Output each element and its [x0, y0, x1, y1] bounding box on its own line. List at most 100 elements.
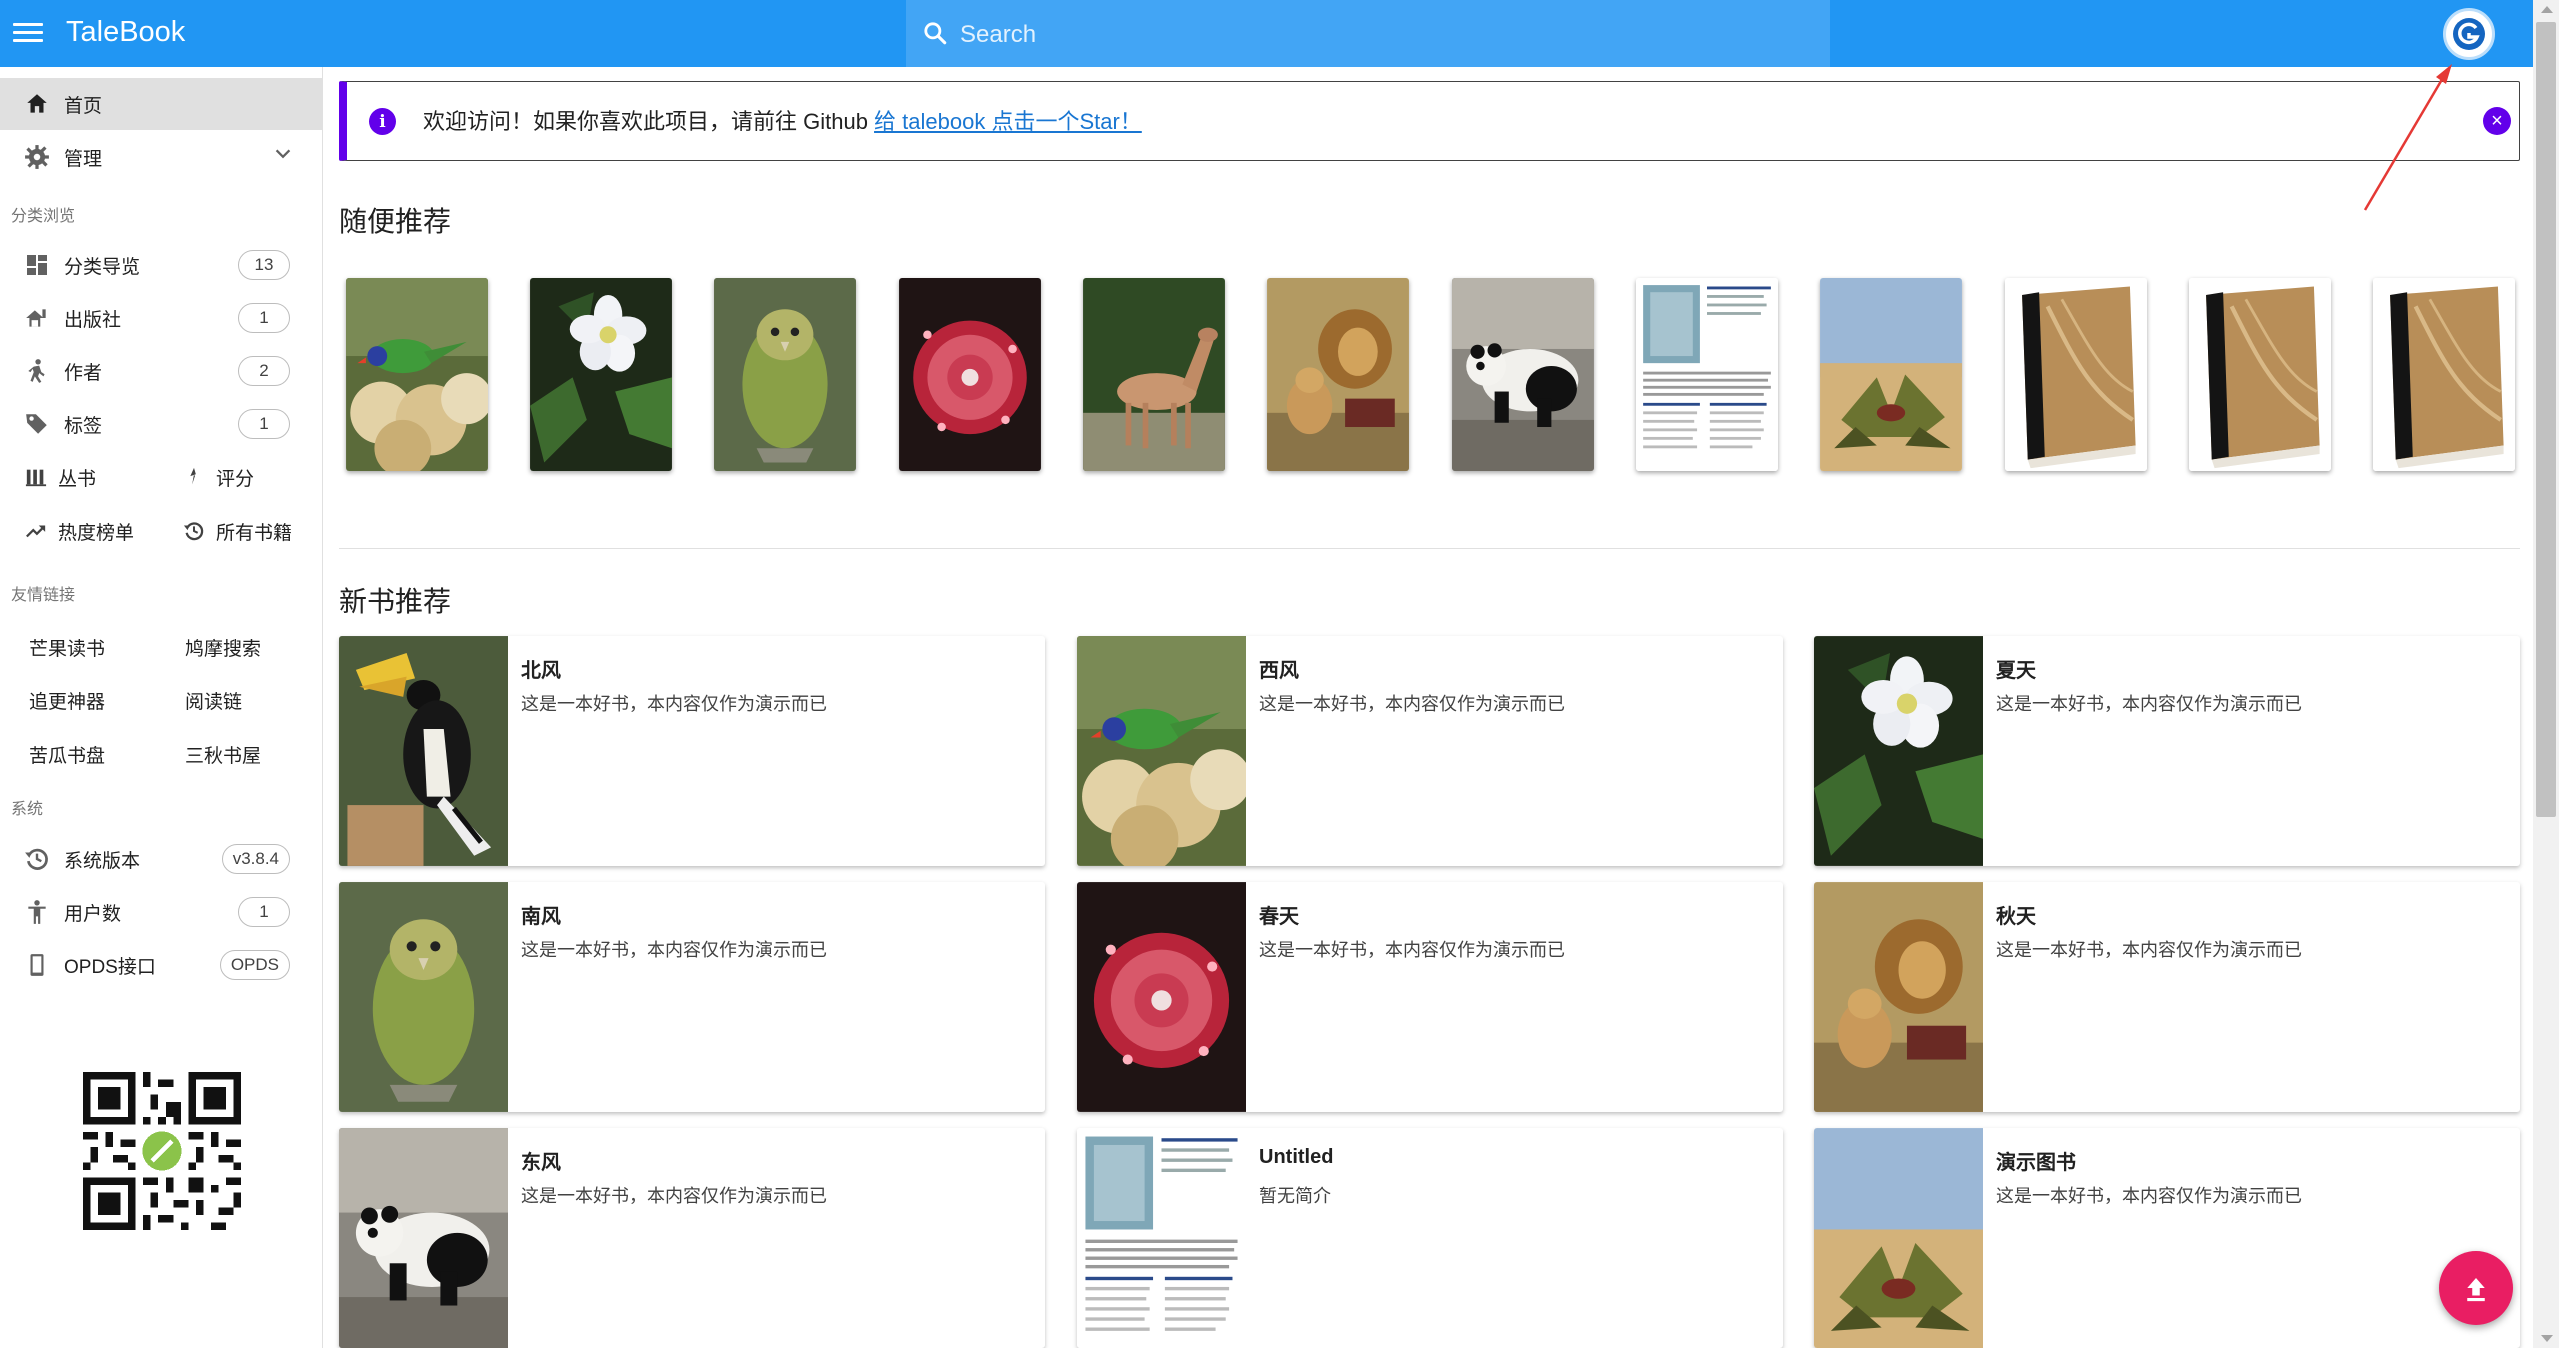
friend-link[interactable]: 三秋书屋 [185, 741, 261, 768]
friend-link[interactable]: 苦瓜书盘 [29, 741, 105, 768]
friend-link[interactable]: 鸠摩搜索 [185, 634, 261, 661]
friend-link[interactable]: 追更神器 [29, 687, 105, 714]
book-card[interactable]: 演示图书 这是一本好书，本内容仅作为演示而已 [1814, 1128, 2520, 1348]
book-card[interactable]: 夏天 这是一本好书，本内容仅作为演示而已 [1814, 636, 2520, 866]
book-description: 这是一本好书，本内容仅作为演示而已 [521, 694, 827, 714]
book-title[interactable]: Untitled [1259, 1146, 1333, 1169]
search-input[interactable] [958, 17, 1802, 53]
random-book-cover[interactable] [1083, 278, 1225, 471]
restore-icon [22, 844, 52, 874]
random-book-cover[interactable] [1267, 278, 1409, 471]
gear-icon [22, 142, 52, 172]
search-bar[interactable] [906, 0, 1830, 67]
nav-rating[interactable]: 评分 [180, 451, 330, 503]
desert-plant-image [1814, 1128, 1983, 1348]
cellphone-icon [22, 950, 52, 980]
friend-link[interactable]: 阅读链 [185, 687, 242, 714]
app-title[interactable]: TaleBook [66, 14, 185, 50]
upload-button[interactable] [2439, 1251, 2513, 1325]
random-book-cover[interactable] [899, 278, 1041, 471]
nav-tags[interactable]: 标签 1 [0, 398, 322, 450]
book-card[interactable]: 北风 这是一本好书，本内容仅作为演示而已 [339, 636, 1045, 866]
authors-count-badge: 2 [238, 356, 290, 386]
book-title[interactable]: 春天 [1259, 900, 1299, 929]
random-book-cover[interactable] [714, 278, 856, 471]
nav-categories[interactable]: 分类导览 13 [0, 239, 322, 291]
book-title[interactable]: 东风 [521, 1146, 561, 1175]
history-icon [180, 517, 208, 545]
random-book-cover[interactable] [346, 278, 488, 471]
scroll-thumb[interactable] [2536, 22, 2556, 817]
book-description: 暂无简介 [1259, 1186, 1331, 1206]
random-book-cover[interactable] [2373, 278, 2515, 471]
book-title[interactable]: 南风 [521, 900, 561, 929]
nav-rating-label: 评分 [216, 468, 255, 490]
flower-image [530, 278, 672, 471]
nav-version[interactable]: 系统版本 v3.8.4 [0, 833, 322, 885]
book-title[interactable]: 夏天 [1996, 654, 2036, 683]
nav-publishers[interactable]: 出版社 1 [0, 292, 322, 344]
nav-hot[interactable]: 热度榜单 [22, 505, 172, 557]
random-section-title: 随便推荐 [339, 206, 452, 237]
chevron-down-icon[interactable] [272, 143, 294, 171]
nav-all-books[interactable]: 所有书籍 [180, 505, 330, 557]
book-card[interactable]: Untitled 暂无简介 [1077, 1128, 1783, 1348]
kakapo-image [714, 278, 856, 471]
book-description: 这是一本好书，本内容仅作为演示而已 [1996, 1186, 2302, 1206]
tags-count-badge: 1 [238, 409, 290, 439]
user-avatar[interactable] [2443, 8, 2495, 60]
opds-qr-code [83, 1072, 241, 1230]
book-title[interactable]: 秋天 [1996, 900, 2036, 929]
lions-image [1267, 278, 1409, 471]
nav-all-books-label: 所有书籍 [216, 522, 293, 544]
nav-opds[interactable]: OPDS接口 OPDS [0, 939, 322, 991]
friend-link[interactable]: 芒果读书 [29, 634, 105, 661]
upload-icon [2467, 1278, 2485, 1302]
book-title[interactable]: 演示图书 [1996, 1146, 2076, 1175]
nav-tags-label: 标签 [64, 415, 103, 437]
nav-version-label: 系统版本 [64, 850, 141, 872]
default-book-icon [2373, 278, 2515, 471]
random-book-cover[interactable] [1452, 278, 1594, 471]
nav-home-label: 首页 [64, 95, 103, 117]
app-bar: TaleBook [0, 0, 2533, 67]
person-walking-icon [22, 356, 52, 386]
book-card[interactable]: 南风 这是一本好书，本内容仅作为演示而已 [339, 882, 1045, 1112]
scroll-down-arrow[interactable] [2541, 1335, 2553, 1342]
scroll-up-arrow[interactable] [2541, 6, 2553, 13]
info-icon: i [369, 108, 396, 135]
random-book-cover[interactable] [1636, 278, 1778, 471]
book-description: 这是一本好书，本内容仅作为演示而已 [1259, 694, 1565, 714]
book-card[interactable]: 西风 这是一本好书，本内容仅作为演示而已 [1077, 636, 1783, 866]
random-book-cover[interactable] [2189, 278, 2331, 471]
nav-publishers-label: 出版社 [64, 309, 122, 331]
menu-icon[interactable] [13, 18, 43, 48]
random-book-cover[interactable] [530, 278, 672, 471]
nav-users[interactable]: 用户数 1 [0, 886, 322, 938]
github-star-link[interactable]: 给 talebook 点击一个Star！ [874, 109, 1142, 134]
nav-admin[interactable]: 管理 [0, 131, 322, 183]
book-description: 这是一本好书，本内容仅作为演示而已 [521, 940, 827, 960]
github-login-icon [2453, 18, 2485, 50]
page-scrollbar[interactable] [2533, 0, 2559, 1348]
nav-series[interactable]: 丛书 [22, 451, 172, 503]
nav-series-label: 丛书 [58, 468, 97, 490]
section-divider [339, 548, 2520, 549]
random-book-cover[interactable] [1820, 278, 1962, 471]
links-subheader: 友情链接 [11, 587, 76, 604]
book-card[interactable]: 秋天 这是一本好书，本内容仅作为演示而已 [1814, 882, 2520, 1112]
book-card[interactable]: 东风 这是一本好书，本内容仅作为演示而已 [339, 1128, 1045, 1348]
kakapo-image [339, 882, 508, 1112]
star-half-icon [180, 463, 208, 491]
close-icon[interactable]: × [2483, 107, 2511, 135]
nav-authors[interactable]: 作者 2 [0, 345, 322, 397]
book-title[interactable]: 西风 [1259, 654, 1299, 683]
book-title[interactable]: 北风 [521, 654, 561, 683]
lions-image [1814, 882, 1983, 1112]
new-books-section-title: 新书推荐 [339, 586, 452, 617]
sundew-image [899, 278, 1041, 471]
nav-home[interactable]: 首页 [0, 78, 322, 130]
book-card[interactable]: 春天 这是一本好书，本内容仅作为演示而已 [1077, 882, 1783, 1112]
random-book-cover[interactable] [2005, 278, 2147, 471]
document-image [1636, 278, 1778, 471]
